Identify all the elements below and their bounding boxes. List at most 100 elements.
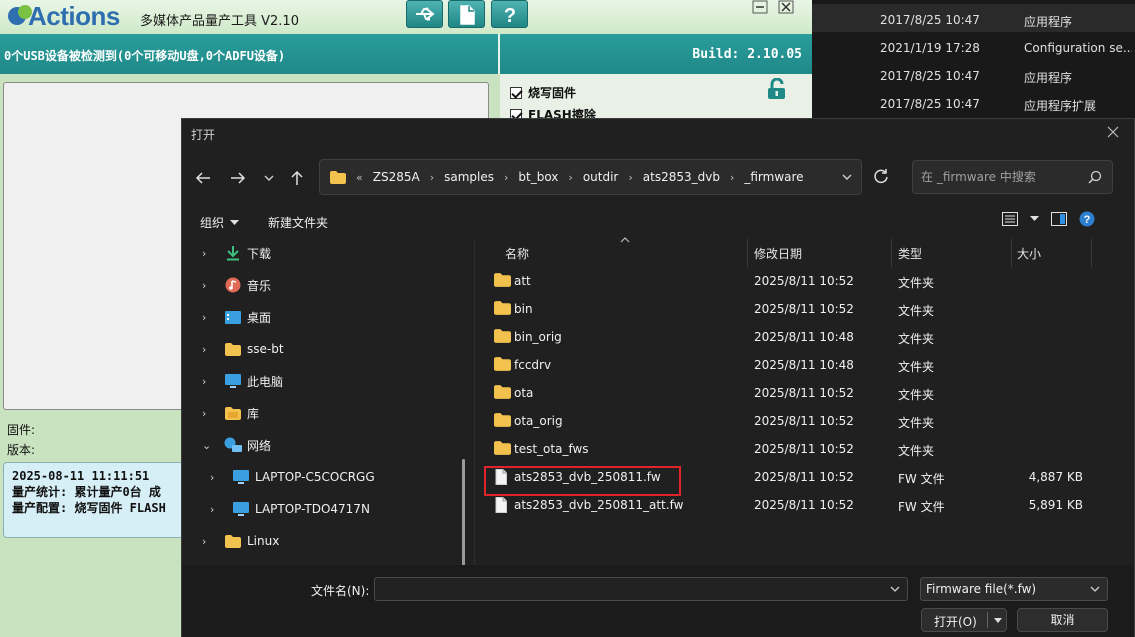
open-label: 打开(O) xyxy=(934,615,977,629)
usb-button[interactable] xyxy=(406,0,443,28)
chevron-down-icon[interactable] xyxy=(1089,583,1101,595)
expand-chevron-icon[interactable]: › xyxy=(210,503,224,516)
column-separator[interactable] xyxy=(891,239,892,267)
nav-item-laptop-c5cocrgg[interactable]: › LAPTOP-C5COCRGG xyxy=(182,461,467,493)
nav-label: Linux xyxy=(247,534,280,548)
folder-row[interactable]: bin_orig 2025/8/11 10:48 文件夹 xyxy=(475,323,1134,351)
up-arrow-icon[interactable] xyxy=(286,167,308,189)
column-size[interactable]: 大小 xyxy=(1017,245,1041,262)
folder-row[interactable]: ota_orig 2025/8/11 10:52 文件夹 xyxy=(475,407,1134,435)
filename-input[interactable] xyxy=(381,581,881,597)
nav-item-music[interactable]: › 音乐 xyxy=(182,269,467,301)
folder-row[interactable]: test_ota_fws 2025/8/11 10:52 文件夹 xyxy=(475,435,1134,463)
forward-arrow-icon[interactable] xyxy=(227,167,249,189)
nav-item-library[interactable]: › 库 xyxy=(182,397,467,429)
breadcrumb-item[interactable]: _firmware xyxy=(744,170,803,184)
search-icon[interactable] xyxy=(1088,170,1102,184)
help-icon[interactable]: ? xyxy=(1079,211,1095,227)
list-item[interactable]: 2017/8/25 10:47 应用程序扩展 xyxy=(812,88,1135,116)
filename-combobox[interactable] xyxy=(374,577,908,601)
breadcrumb: « ZS285A › samples › bt_box › outdir › a… xyxy=(356,170,804,184)
list-item[interactable]: 2017/8/25 10:47 应用程序 xyxy=(812,4,1135,32)
breadcrumb-item[interactable]: ats2853_dvb xyxy=(643,170,720,184)
file-date: 2025/8/11 10:52 xyxy=(754,470,854,484)
breadcrumb-item[interactable]: ZS285A xyxy=(373,170,420,184)
address-bar[interactable]: « ZS285A › samples › bt_box › outdir › a… xyxy=(319,159,862,195)
open-button[interactable]: 打开(O) xyxy=(921,608,1007,632)
download-icon xyxy=(227,246,239,261)
column-separator[interactable] xyxy=(1091,239,1092,267)
folder-row[interactable]: fccdrv 2025/8/11 10:48 文件夹 xyxy=(475,351,1134,379)
usb-icon xyxy=(416,7,435,21)
view-list-icon[interactable] xyxy=(1002,212,1018,226)
folder-icon xyxy=(225,534,241,548)
expand-chevron-icon[interactable]: › xyxy=(202,535,216,548)
version-label: 版本: xyxy=(7,443,36,457)
breadcrumb-item[interactable]: outdir xyxy=(583,170,619,184)
dialog-title: 打开 xyxy=(191,128,216,142)
nav-item-desktop[interactable]: › 桌面 xyxy=(182,301,467,333)
nav-item-sse-bt[interactable]: › sse-bt xyxy=(182,333,467,365)
file-type-filter[interactable]: Firmware file(*.fw) xyxy=(920,577,1108,601)
breadcrumb-separator-icon[interactable]: › xyxy=(504,171,508,184)
search-input[interactable] xyxy=(921,168,1081,186)
expand-chevron-icon[interactable]: › xyxy=(202,247,216,260)
folder-row[interactable]: att 2025/8/11 10:52 文件夹 xyxy=(475,267,1134,295)
checkbox-checked[interactable] xyxy=(510,86,522,99)
file-date: 2025/8/11 10:52 xyxy=(754,302,854,316)
organize-button[interactable]: 组织 xyxy=(200,214,240,231)
breadcrumb-separator-icon[interactable]: › xyxy=(568,171,572,184)
expand-chevron-icon[interactable]: › xyxy=(202,375,216,388)
option-burn-firmware[interactable]: 烧写固件 xyxy=(510,84,576,101)
new-folder-button[interactable]: 新建文件夹 xyxy=(268,214,328,231)
column-separator[interactable] xyxy=(747,239,748,267)
search-box[interactable] xyxy=(912,160,1113,194)
refresh-icon[interactable] xyxy=(870,165,892,187)
breadcrumb-item[interactable]: samples xyxy=(444,170,494,184)
command-bar: 组织 新建文件夹 ? xyxy=(182,203,1134,239)
file-name: att xyxy=(514,274,531,288)
close-icon[interactable] xyxy=(1106,125,1120,139)
help-button[interactable]: ? xyxy=(491,0,528,28)
unlock-icon[interactable] xyxy=(765,78,789,100)
chevron-down-icon[interactable] xyxy=(838,168,856,186)
file-date: 2025/8/11 10:48 xyxy=(754,358,854,372)
breadcrumb-item[interactable]: bt_box xyxy=(518,170,558,184)
open-options-caret-icon[interactable] xyxy=(992,613,1004,627)
app-window-controls[interactable] xyxy=(752,0,798,14)
breadcrumb-separator-icon[interactable]: › xyxy=(730,171,734,184)
list-item[interactable]: 2021/1/19 17:28 Configuration se... xyxy=(812,32,1135,60)
column-type[interactable]: 类型 xyxy=(898,245,922,262)
expand-chevron-icon[interactable]: › xyxy=(202,343,216,356)
breadcrumb-overflow-icon[interactable]: « xyxy=(356,171,363,184)
file-type: 应用程序 xyxy=(1024,71,1073,85)
preview-pane-icon[interactable] xyxy=(1051,212,1067,226)
cancel-button[interactable]: 取消 xyxy=(1017,608,1108,632)
list-item[interactable]: 2017/8/25 10:47 应用程序 xyxy=(812,60,1135,88)
expand-chevron-icon[interactable]: › xyxy=(202,311,216,324)
folder-row[interactable]: bin 2025/8/11 10:52 文件夹 xyxy=(475,295,1134,323)
folder-row[interactable]: ota 2025/8/11 10:52 文件夹 xyxy=(475,379,1134,407)
file-date: 2025/8/11 10:52 xyxy=(754,442,854,456)
open-file-button[interactable] xyxy=(448,0,485,28)
filename-label: 文件名(N): xyxy=(311,584,370,598)
nav-item-network[interactable]: ⌄ 网络 xyxy=(182,429,467,461)
expand-chevron-icon[interactable]: › xyxy=(202,407,216,420)
nav-item-laptop-tdo4717n[interactable]: › LAPTOP-TDO4717N xyxy=(182,493,467,525)
breadcrumb-separator-icon[interactable]: › xyxy=(628,171,632,184)
chevron-down-icon[interactable] xyxy=(889,583,901,595)
nav-item-linux[interactable]: › Linux xyxy=(182,525,467,557)
collapse-chevron-icon[interactable]: ⌄ xyxy=(202,439,216,452)
back-arrow-icon[interactable] xyxy=(192,167,214,189)
recent-locations-chevron-icon[interactable] xyxy=(258,167,280,189)
view-options-caret-icon[interactable] xyxy=(1030,216,1039,222)
nav-item-this-pc[interactable]: › 此电脑 xyxy=(182,365,467,397)
column-separator[interactable] xyxy=(1011,239,1012,267)
expand-chevron-icon[interactable]: › xyxy=(202,279,216,292)
column-date[interactable]: 修改日期 xyxy=(754,245,802,262)
nav-item-downloads[interactable]: › 下载 xyxy=(182,239,467,269)
breadcrumb-separator-icon[interactable]: › xyxy=(430,171,434,184)
column-name[interactable]: 名称 xyxy=(505,245,529,262)
nav-scrollbar[interactable] xyxy=(462,459,465,565)
expand-chevron-icon[interactable]: › xyxy=(210,471,224,484)
